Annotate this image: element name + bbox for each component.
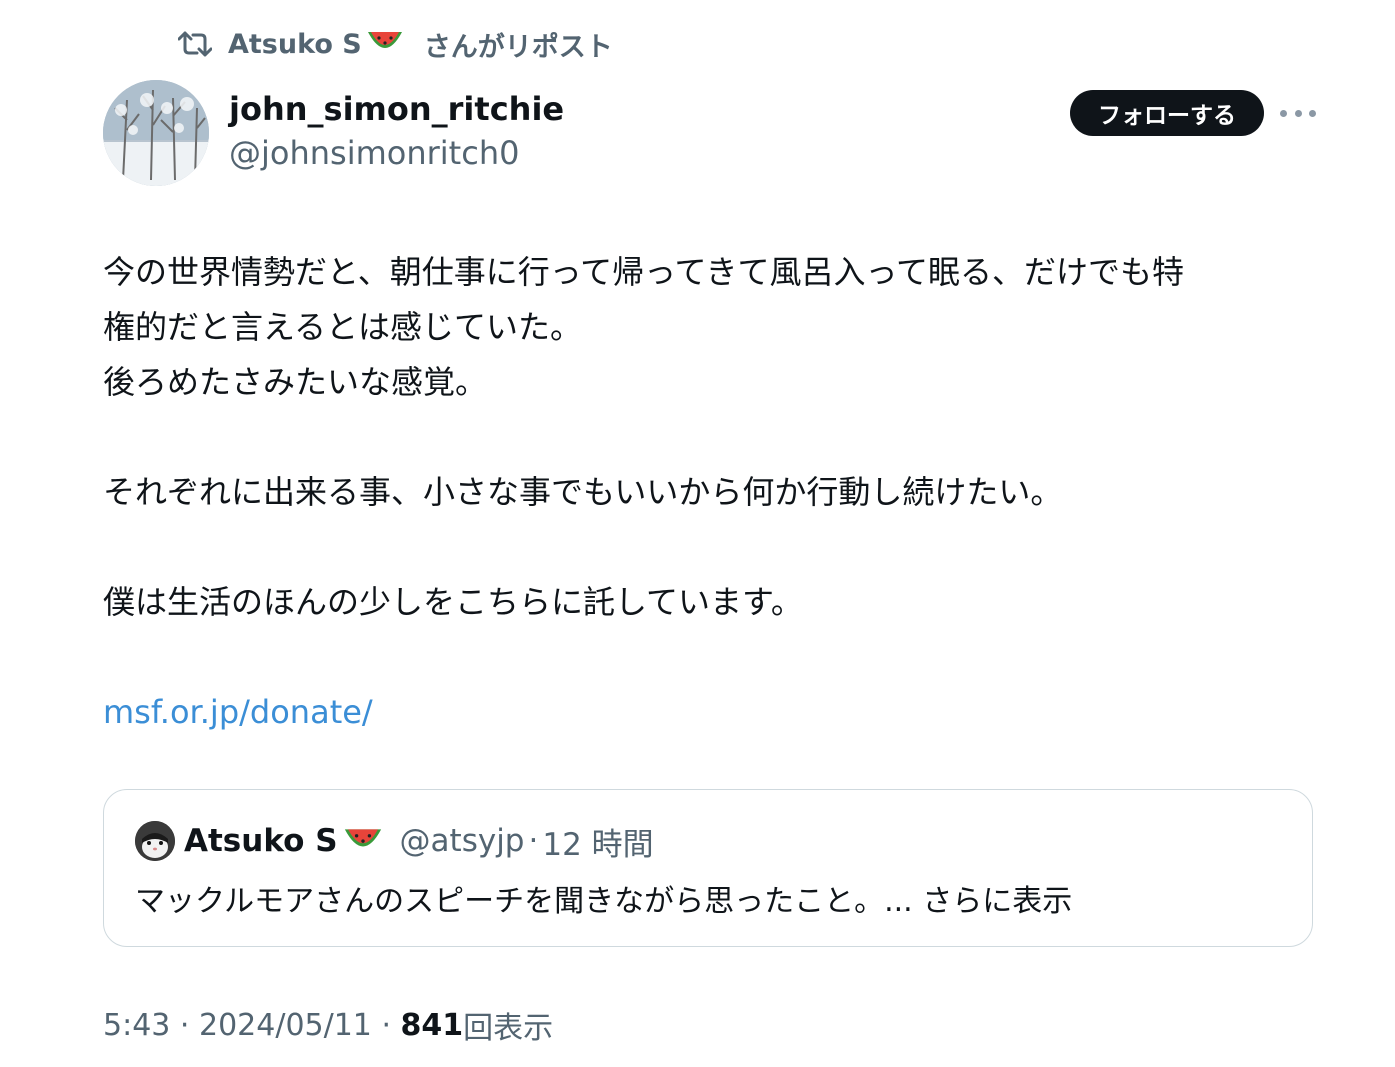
more-dot [1294,109,1302,117]
tweet-line: 今の世界情勢だと、朝仕事に行って帰ってきて風呂入って眠る、だけでも特 [103,253,1184,291]
quoted-tweet[interactable]: Atsuko S @atsyjp · 12 時間 マックルモアさんのスピーチを聞… [103,789,1313,947]
meta-separator: · [170,1007,199,1043]
quote-author-name: Atsuko S [184,823,338,859]
tweet-link[interactable]: msf.or.jp/donate/ [103,693,373,731]
avatar[interactable] [103,80,209,186]
tweet-line: 僕は生活のほんの少しをこちらに託しています。 [103,583,803,621]
quote-text: マックルモアさんのスピーチを聞きながら思ったこと。... さらに表示 [135,884,1073,919]
view-count: 841 [400,1007,464,1043]
tweet-date[interactable]: 2024/05/11 [199,1008,372,1043]
quote-separator: · [528,823,539,859]
author-handle[interactable]: @johnsimonritch0 [229,134,519,172]
view-count-label: 回表示 [463,1011,554,1046]
author-display-name[interactable]: john_simon_ritchie [229,90,564,128]
more-dot [1309,109,1316,117]
tweet-time[interactable]: 5:43 [103,1008,170,1043]
more-dot [1280,109,1287,117]
repost-user-name[interactable]: Atsuko S [228,29,362,60]
cat-avatar-image [135,821,175,861]
watermelon-icon [366,26,420,63]
tweet-line: 権的だと言えるとは感じていた。 [103,308,583,346]
repost-suffix: さんがリポスト [423,31,613,63]
tweet-line: 後ろめたさみたいな感覚。 [103,363,488,401]
quote-timestamp: 12 時間 [542,826,654,863]
avatar-image [103,80,209,186]
quote-author-handle: @atsyjp [399,823,525,859]
repost-icon [178,31,212,57]
more-icon[interactable] [1280,98,1316,128]
quote-avatar [135,821,175,861]
watermelon-icon [342,823,384,859]
repost-header[interactable]: Atsuko S さんがリポスト [178,24,613,64]
quote-header: Atsuko S @atsyjp · 12 時間 [184,820,654,863]
tweet-text: 今の世界情勢だと、朝仕事に行って帰ってきて風呂入って眠る、だけでも特 権的だと言… [103,245,1323,740]
tweet-line: それぞれに出来る事、小さな事でもいいから何か行動し続けたい。 [103,473,1063,511]
follow-button[interactable]: フォローする [1070,90,1264,136]
meta-separator: · [371,1007,401,1043]
tweet-meta: 5:43 · 2024/05/11 · 841 回表示 [103,1003,553,1047]
